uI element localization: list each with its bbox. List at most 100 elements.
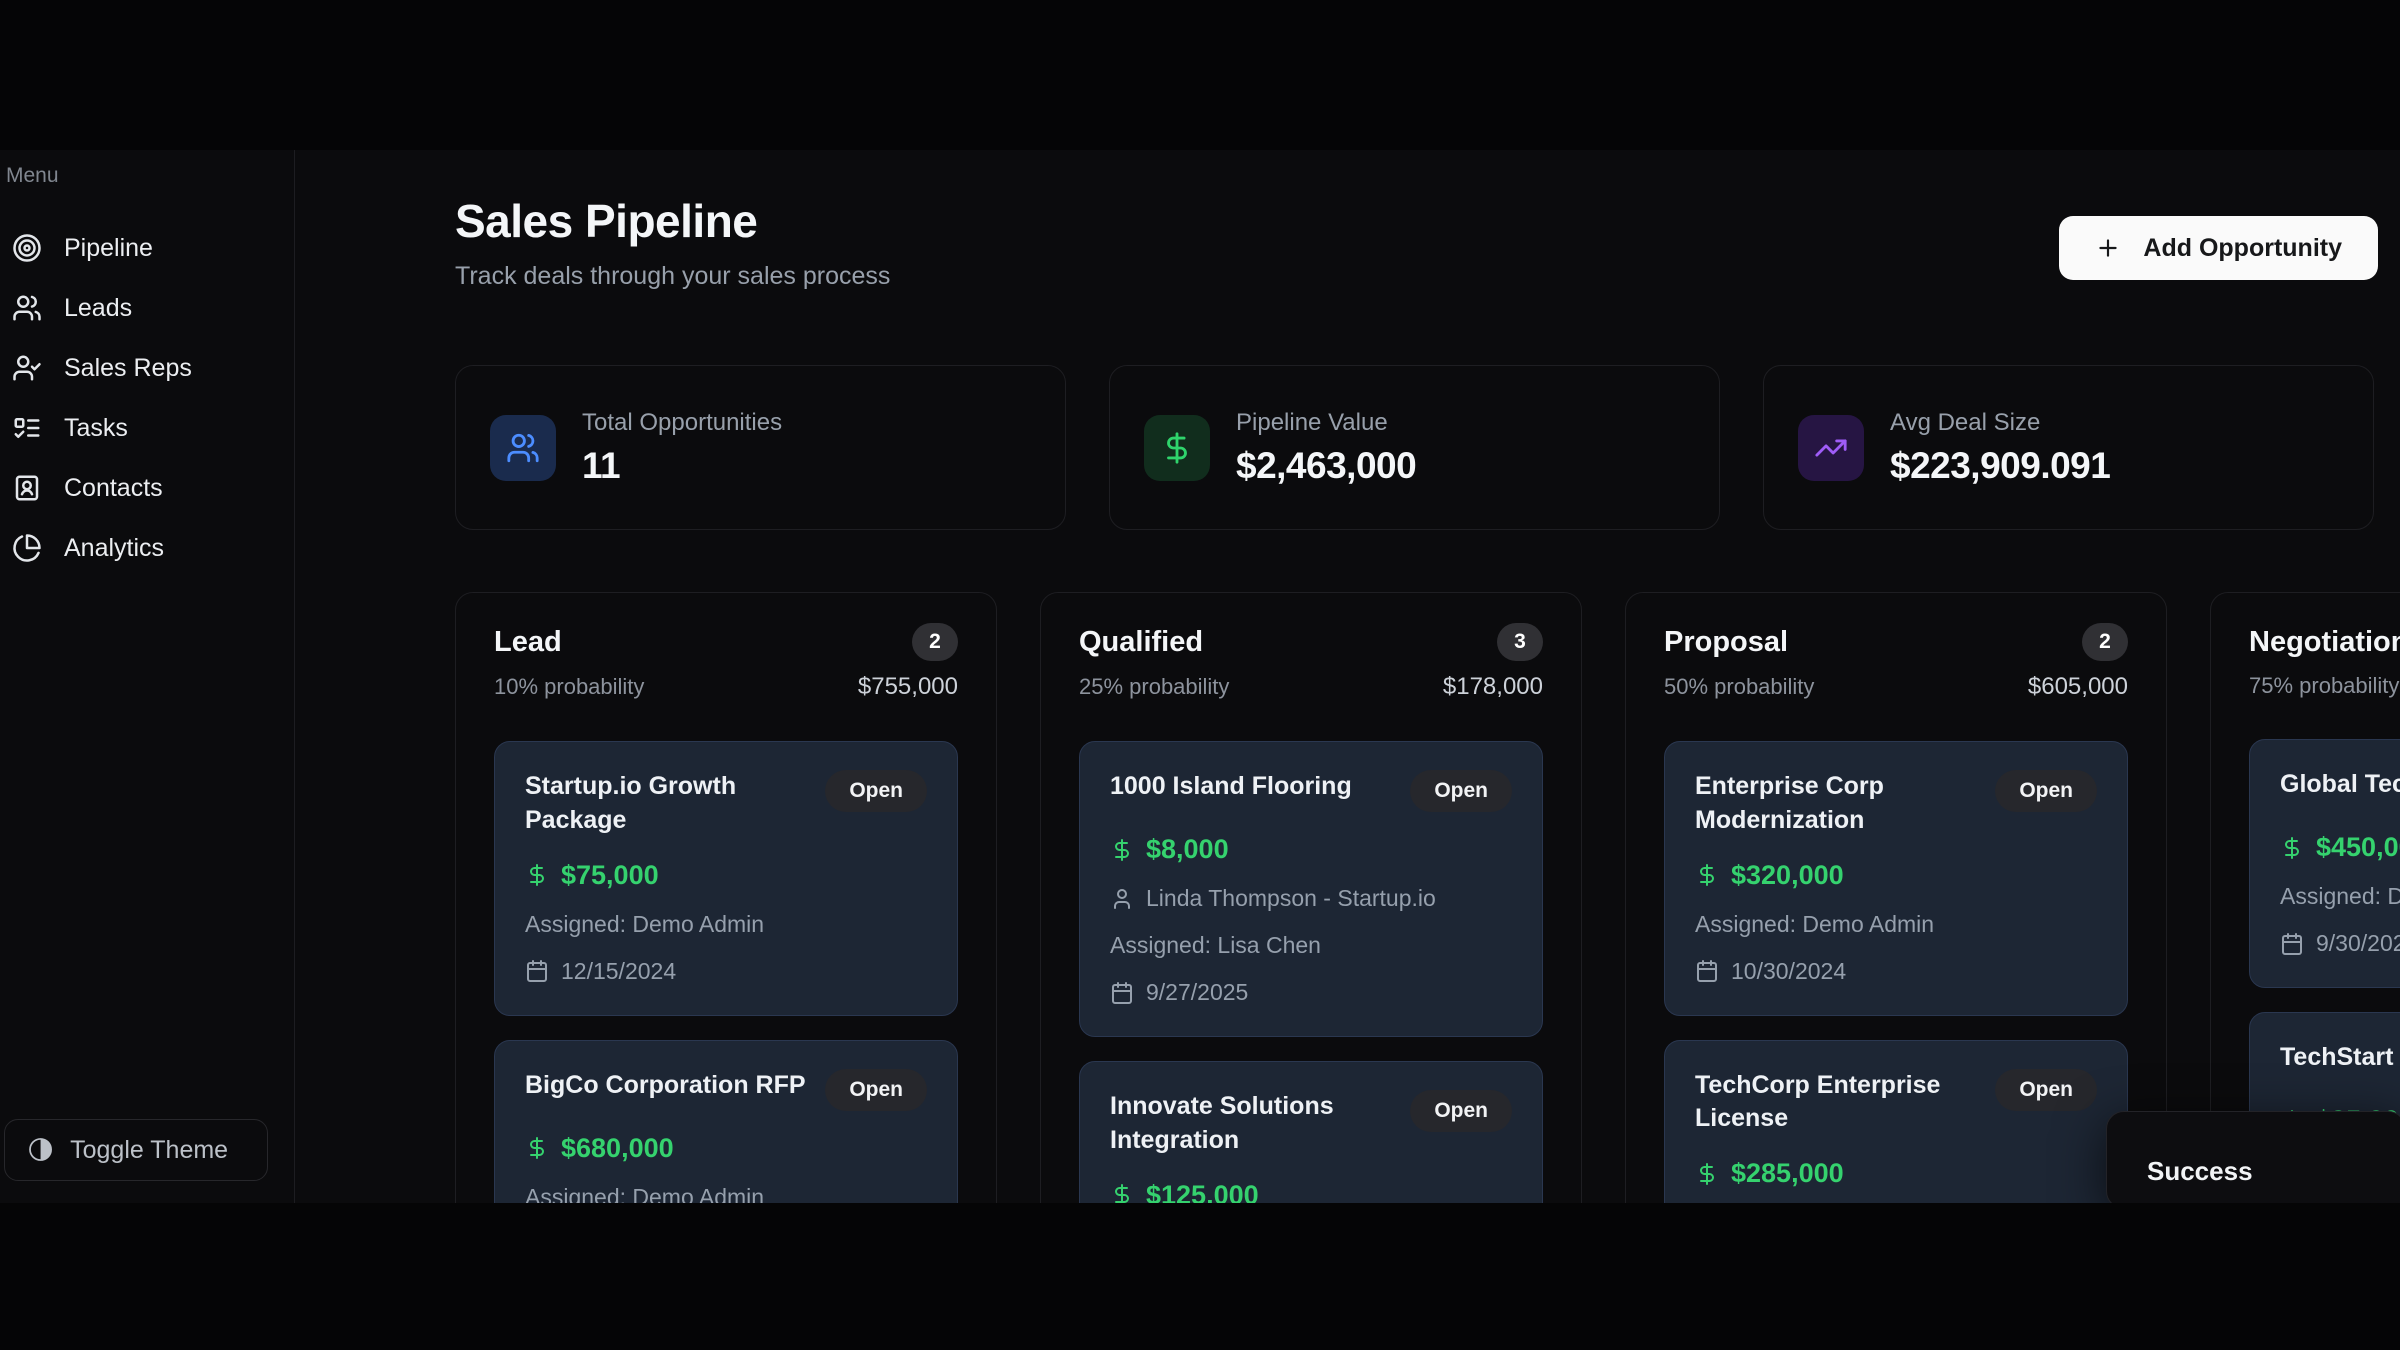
page-subtitle: Track deals through your sales process — [455, 262, 890, 291]
dollar-stat-tile — [1144, 415, 1210, 481]
column-total: $178,000 — [1443, 673, 1543, 701]
opportunity-title: Enterprise Corp Modernization — [1695, 770, 1983, 838]
stat-card-avg-deal-size: Avg Deal Size $223,909.091 — [1763, 365, 2374, 530]
opportunity-card[interactable]: Innovate Solutions Integration Open $125… — [1079, 1061, 1543, 1203]
toggle-theme-label: Toggle Theme — [70, 1136, 228, 1165]
sidebar-item-leads[interactable]: Leads — [4, 278, 286, 338]
stat-card-total-opportunities: Total Opportunities 11 — [455, 365, 1066, 530]
column-lead: Lead 2 10% probability $755,000 Startup.… — [455, 592, 997, 1203]
pipeline-board: Lead 2 10% probability $755,000 Startup.… — [455, 592, 2400, 1203]
target-icon — [12, 233, 42, 263]
column-title: Qualified — [1079, 626, 1203, 659]
column-title: Lead — [494, 626, 562, 659]
add-opportunity-button[interactable]: Add Opportunity — [2059, 216, 2378, 280]
sidebar-item-tasks[interactable]: Tasks — [4, 398, 286, 458]
calendar-icon — [525, 959, 549, 983]
users-icon — [506, 431, 540, 465]
sidebar-item-pipeline[interactable]: Pipeline — [4, 218, 286, 278]
opportunity-title: BigCo Corporation RFP — [525, 1069, 806, 1103]
sidebar-item-label: Sales Reps — [64, 354, 192, 383]
dollar-icon — [1110, 1183, 1134, 1203]
contact-person: Linda Thompson - Startup.io — [1110, 885, 1512, 912]
column-probability: 10% probability — [494, 674, 644, 700]
deal-value: $285,000 — [1695, 1158, 2097, 1189]
deal-value: $680,000 — [525, 1133, 927, 1164]
sidebar: Menu Pipeline Leads Sales Reps Tasks Con… — [0, 150, 295, 1203]
opportunity-title: Startup.io Growth Package — [525, 770, 813, 838]
opportunity-title: Innovate Solutions Integration — [1110, 1090, 1398, 1158]
deal-value: $8,000 — [1110, 834, 1512, 865]
plus-icon — [2095, 235, 2121, 261]
sidebar-item-label: Pipeline — [64, 234, 153, 263]
sidebar-item-analytics[interactable]: Analytics — [4, 518, 286, 578]
trending-up-icon — [1814, 431, 1848, 465]
sidebar-item-label: Tasks — [64, 414, 128, 443]
deal-value: $75,000 — [525, 860, 927, 891]
close-date: 10/30/2024 — [1695, 958, 2097, 985]
assigned-to: Assigned: Demo Admin — [525, 1184, 927, 1204]
opportunity-title: 1000 Island Flooring — [1110, 770, 1352, 804]
moon-theme-icon: 🌗 — [27, 1137, 54, 1163]
page-title: Sales Pipeline — [455, 194, 890, 248]
opportunity-card[interactable]: 1000 Island Flooring Open $8,000 Linda T… — [1079, 741, 1543, 1037]
column-count-badge: 3 — [1497, 623, 1543, 661]
opportunity-card[interactable]: Global Tech Expansion Open $450,000 Assi… — [2249, 739, 2400, 988]
column-title: Proposal — [1664, 626, 1788, 659]
opportunity-title: TechStart AI Tools — [2280, 1041, 2400, 1075]
opportunity-card[interactable]: TechCorp Enterprise License Open $285,00… — [1664, 1040, 2128, 1204]
column-total: $605,000 — [2028, 673, 2128, 701]
users-icon — [12, 293, 42, 323]
list-todo-icon — [12, 413, 42, 443]
dollar-icon — [1695, 1162, 1719, 1186]
status-badge: Open — [1410, 770, 1512, 812]
column-count-badge: 2 — [912, 623, 958, 661]
opportunity-card[interactable]: Enterprise Corp Modernization Open $320,… — [1664, 741, 2128, 1016]
dollar-icon — [525, 1136, 549, 1160]
dollar-icon — [1160, 431, 1194, 465]
dollar-icon — [1110, 838, 1134, 862]
status-badge: Open — [1995, 770, 2097, 812]
stats-row: Total Opportunities 11 Pipeline Value $2… — [455, 365, 2400, 530]
dollar-icon — [2280, 836, 2304, 860]
main-content: Sales Pipeline Track deals through your … — [295, 150, 2400, 1203]
assigned-to: Assigned: Demo Admin — [1695, 911, 2097, 938]
column-probability: 25% probability — [1079, 674, 1229, 700]
sidebar-item-sales-reps[interactable]: Sales Reps — [4, 338, 286, 398]
users-stat-tile — [490, 415, 556, 481]
toast-title: Success — [2147, 1156, 2400, 1187]
column-count-badge: 2 — [2082, 623, 2128, 661]
opportunity-title: Global Tech Expansion — [2280, 768, 2400, 802]
opportunity-title: TechCorp Enterprise License — [1695, 1069, 1983, 1137]
opportunity-card[interactable]: BigCo Corporation RFP Open $680,000 Assi… — [494, 1040, 958, 1204]
dollar-icon — [525, 863, 549, 887]
stat-label: Total Opportunities — [582, 409, 782, 437]
stat-label: Pipeline Value — [1236, 409, 1416, 437]
add-opportunity-label: Add Opportunity — [2143, 234, 2342, 263]
sidebar-item-contacts[interactable]: Contacts — [4, 458, 286, 518]
sidebar-item-label: Contacts — [64, 474, 163, 503]
column-qualified: Qualified 3 25% probability $178,000 100… — [1040, 592, 1582, 1203]
calendar-icon — [2280, 932, 2304, 956]
column-proposal: Proposal 2 50% probability $605,000 Ente… — [1625, 592, 2167, 1203]
assigned-to: Assigned: Demo Admin — [2280, 883, 2400, 910]
column-total: $755,000 — [858, 673, 958, 701]
calendar-icon — [1110, 981, 1134, 1005]
user-icon — [1110, 887, 1134, 911]
close-date: 9/27/2025 — [1110, 979, 1512, 1006]
stat-card-pipeline-value: Pipeline Value $2,463,000 — [1109, 365, 1720, 530]
stat-value: $2,463,000 — [1236, 445, 1416, 487]
toggle-theme-button[interactable]: 🌗 Toggle Theme — [4, 1119, 268, 1181]
opportunity-card[interactable]: Startup.io Growth Package Open $75,000 A… — [494, 741, 958, 1016]
sidebar-menu: Pipeline Leads Sales Reps Tasks Contacts… — [4, 218, 286, 578]
trending-up-stat-tile — [1798, 415, 1864, 481]
app-window: Menu Pipeline Leads Sales Reps Tasks Con… — [0, 150, 2400, 1203]
sidebar-item-label: Leads — [64, 294, 132, 323]
assigned-to: Assigned: Lisa Chen — [1110, 932, 1512, 959]
user-check-icon — [12, 353, 42, 383]
close-date: 12/15/2024 — [525, 958, 927, 985]
pie-chart-icon — [12, 533, 42, 563]
column-probability: 75% probability — [2249, 673, 2399, 699]
success-toast: Success — [2106, 1111, 2400, 1203]
assigned-to: Assigned: Demo Admin — [525, 911, 927, 938]
status-badge: Open — [825, 1069, 927, 1111]
